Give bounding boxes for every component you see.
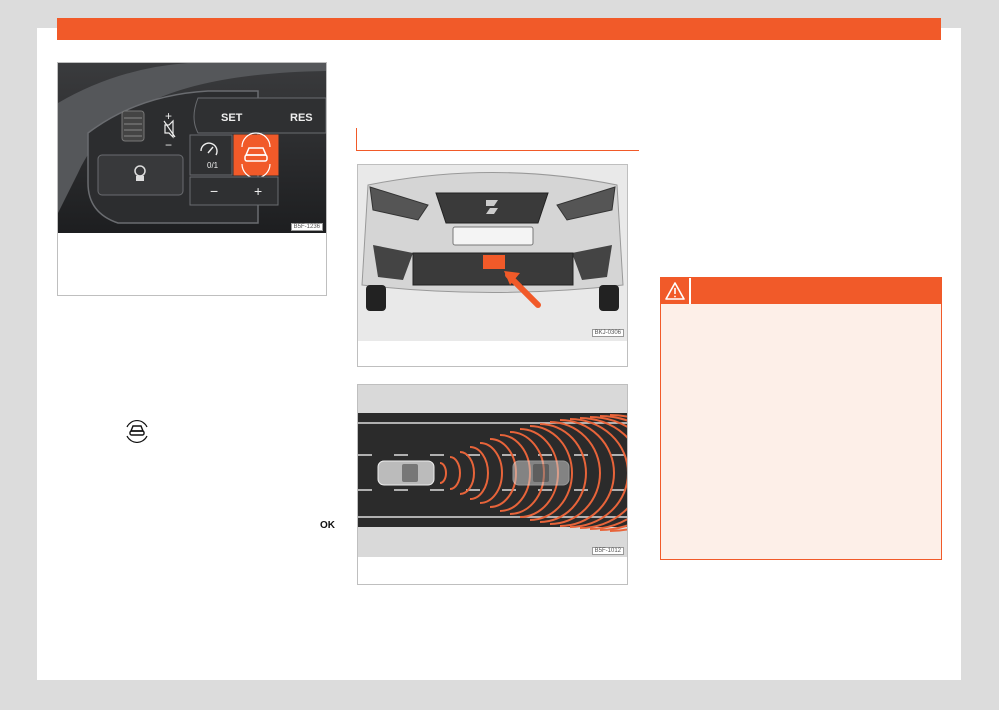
- plus-label: +: [254, 183, 262, 199]
- warning-box: [660, 277, 942, 560]
- res-label: RES: [290, 112, 313, 124]
- section-rule: [356, 150, 639, 151]
- set-label: SET: [221, 112, 243, 124]
- ok-symbol: OK: [320, 520, 335, 531]
- figure-code: BKJ-0306: [591, 329, 624, 337]
- adaptive-cruise-icon: [126, 419, 148, 444]
- vol-minus-label: −: [165, 138, 172, 152]
- vol-plus-label: +: [165, 109, 172, 123]
- warning-triangle-icon: [665, 282, 685, 300]
- own-car: [377, 460, 435, 486]
- vehicle-ahead: [512, 460, 570, 486]
- sensor-marker: [483, 255, 505, 269]
- header-bar: [57, 18, 941, 40]
- on-off-label: 0/1: [207, 161, 219, 170]
- section-rule-tick: [356, 128, 357, 151]
- figure-code: B5F-1236: [290, 223, 323, 231]
- car-front-illustration: [358, 165, 627, 341]
- warning-icon-container: [661, 278, 691, 304]
- steering-wheel-illustration: + − SET RES 0/1 − +: [58, 63, 326, 233]
- figure-front-sensor: BKJ-0306: [357, 164, 628, 367]
- minus-label: −: [210, 183, 218, 199]
- figure-steering-wheel: + − SET RES 0/1 − + B5F-1236: [57, 62, 327, 296]
- warning-header: [661, 278, 941, 304]
- radar-illustration: [358, 385, 627, 557]
- acc-button-symbol: [124, 419, 150, 444]
- figure-code: B5F-1012: [591, 547, 624, 555]
- figure-radar-range: B5F-1012: [357, 384, 628, 585]
